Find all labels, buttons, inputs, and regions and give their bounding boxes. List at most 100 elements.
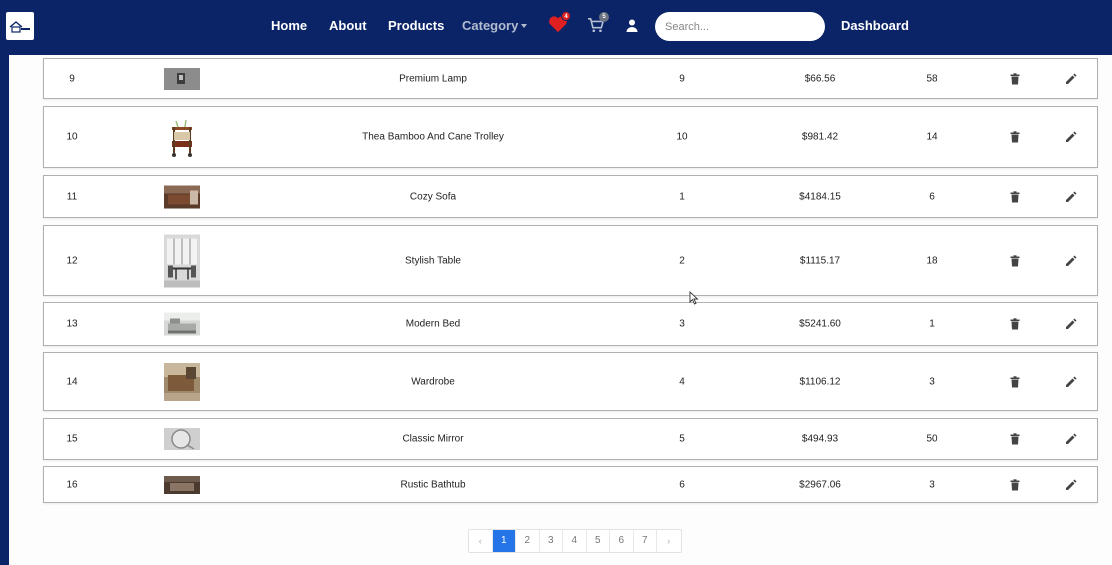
nav-category-dropdown[interactable]: Category <box>462 18 528 33</box>
product-thumbnail[interactable] <box>164 475 200 494</box>
product-category-id: 3 <box>679 318 685 330</box>
pencil-icon <box>1066 73 1077 84</box>
sofa-photo-image <box>164 185 200 208</box>
user-account-button[interactable] <box>626 19 638 32</box>
product-name: Modern Bed <box>405 318 461 330</box>
nav-about-link[interactable]: About <box>329 18 367 33</box>
edit-button[interactable] <box>1065 318 1077 330</box>
pencil-icon <box>1066 376 1077 387</box>
wishlist-button[interactable]: 4 <box>548 11 571 33</box>
product-stock: 6 <box>929 191 935 202</box>
bathtub-photo-image <box>164 475 200 494</box>
edit-button[interactable] <box>1065 191 1077 203</box>
delete-button[interactable] <box>1009 433 1021 445</box>
pagination-prev-button[interactable]: ‹ <box>469 530 493 552</box>
product-id: 10 <box>66 131 78 143</box>
product-name: Cozy Sofa <box>409 191 457 202</box>
pagination-page-4[interactable]: 4 <box>563 530 587 552</box>
pagination-next-button[interactable]: › <box>657 530 681 552</box>
delete-button[interactable] <box>1009 190 1021 203</box>
product-thumbnail[interactable] <box>164 115 200 159</box>
product-thumbnail[interactable] <box>164 185 200 208</box>
pencil-icon <box>1066 255 1077 266</box>
product-category-id: 1 <box>679 191 685 202</box>
trash-icon <box>1010 318 1020 330</box>
trolley-photo-image <box>164 115 200 159</box>
bed-photo-image <box>164 312 200 336</box>
product-thumbnail[interactable] <box>164 234 200 287</box>
edit-button[interactable] <box>1065 479 1077 491</box>
trash-icon <box>1010 131 1020 143</box>
nav-products-link[interactable]: Products <box>388 18 444 33</box>
delete-button[interactable] <box>1009 131 1021 143</box>
trash-icon <box>1010 254 1020 266</box>
pagination-page-1[interactable]: 1 <box>492 530 516 552</box>
product-category-id: 10 <box>676 131 688 143</box>
product-id: 13 <box>66 318 78 330</box>
product-name: Rustic Bathtub <box>400 479 466 490</box>
trash-icon <box>1010 478 1020 490</box>
search-input[interactable] <box>655 12 825 41</box>
product-id: 11 <box>66 191 78 202</box>
product-name: Stylish Table <box>405 255 461 266</box>
product-stock: 3 <box>929 479 935 490</box>
delete-button[interactable] <box>1009 318 1021 330</box>
top-navbar: Home About Products Category 4 5 Dashboa… <box>0 0 1112 55</box>
delete-button[interactable] <box>1009 254 1021 267</box>
table-row: 11 Cozy Sofa 1 $4184.15 6 <box>43 175 1098 218</box>
user-icon <box>626 19 638 32</box>
delete-button[interactable] <box>1009 478 1021 491</box>
brand-logo[interactable] <box>6 12 34 40</box>
edit-button[interactable] <box>1065 376 1077 388</box>
product-price: $5241.60 <box>799 318 841 330</box>
product-stock: 3 <box>929 376 935 387</box>
product-thumbnail[interactable] <box>164 312 200 336</box>
edit-button[interactable] <box>1065 131 1077 143</box>
edit-button[interactable] <box>1065 73 1077 85</box>
pagination-page-3[interactable]: 3 <box>540 530 563 552</box>
product-stock: 50 <box>926 433 938 445</box>
product-price: $981.42 <box>801 131 839 143</box>
product-category-id: 9 <box>679 73 685 84</box>
trash-icon <box>1010 72 1020 84</box>
product-stock: 18 <box>926 255 938 266</box>
product-price: $494.93 <box>801 433 839 445</box>
table-row: 9 Premium Lamp 9 $66.56 58 <box>43 58 1098 99</box>
table-row: 13 Modern Bed 3 $5241.60 1 <box>43 302 1098 346</box>
pencil-icon <box>1066 191 1077 202</box>
product-price: $66.56 <box>804 73 836 84</box>
product-price: $1115.17 <box>799 255 841 266</box>
chevron-down-icon <box>521 24 528 28</box>
pagination: ‹ 1 2 3 4 5 6 7 › <box>468 529 682 553</box>
pencil-icon <box>1066 433 1077 444</box>
table-row: 15 Classic Mirror 5 $494.93 50 <box>43 418 1098 460</box>
nav-home-link[interactable]: Home <box>271 18 307 33</box>
product-id: 16 <box>66 479 78 490</box>
product-thumbnail[interactable] <box>164 67 200 90</box>
product-name: Premium Lamp <box>399 73 467 84</box>
edit-button[interactable] <box>1065 433 1077 445</box>
cart-button[interactable]: 5 <box>587 12 609 33</box>
pagination-page-6[interactable]: 6 <box>610 530 634 552</box>
trash-icon <box>1010 375 1020 387</box>
product-name: Wardrobe <box>411 376 455 387</box>
mouse-cursor-icon <box>689 291 699 305</box>
edit-button[interactable] <box>1065 255 1077 267</box>
product-thumbnail[interactable] <box>164 362 200 401</box>
product-thumbnail[interactable] <box>164 428 200 450</box>
pagination-page-7[interactable]: 7 <box>634 530 657 552</box>
pagination-page-2[interactable]: 2 <box>516 530 540 552</box>
product-category-id: 6 <box>679 479 685 490</box>
delete-button[interactable] <box>1009 72 1021 85</box>
pencil-icon <box>1066 479 1077 490</box>
wardrobe-photo-image <box>164 362 200 401</box>
nav-dashboard-link[interactable]: Dashboard <box>841 18 909 33</box>
cart-count-badge: 5 <box>599 12 609 22</box>
product-id: 14 <box>66 376 78 387</box>
product-name: Classic Mirror <box>402 433 464 445</box>
table-row: 14 Wardrobe 4 $1106.12 3 <box>43 352 1098 411</box>
delete-button[interactable] <box>1009 375 1021 388</box>
pagination-page-5[interactable]: 5 <box>587 530 610 552</box>
product-id: 12 <box>66 255 78 266</box>
product-name: Thea Bamboo And Cane Trolley <box>362 131 504 143</box>
